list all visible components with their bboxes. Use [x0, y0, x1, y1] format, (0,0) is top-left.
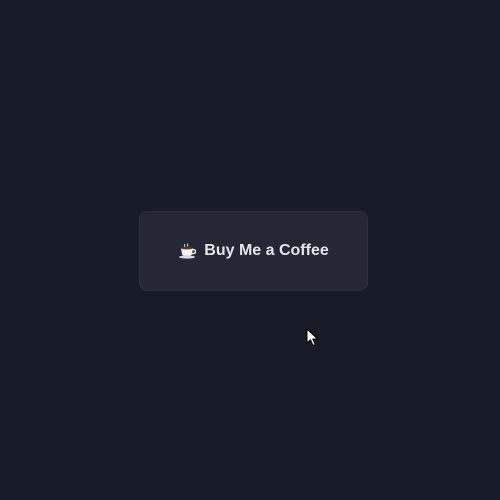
coffee-cup-icon — [178, 243, 198, 259]
page-canvas: Buy Me a Coffee — [0, 0, 500, 500]
button-label: Buy Me a Coffee — [204, 242, 329, 259]
buy-me-a-coffee-button[interactable]: Buy Me a Coffee — [139, 211, 368, 291]
mouse-pointer-icon — [306, 328, 318, 346]
